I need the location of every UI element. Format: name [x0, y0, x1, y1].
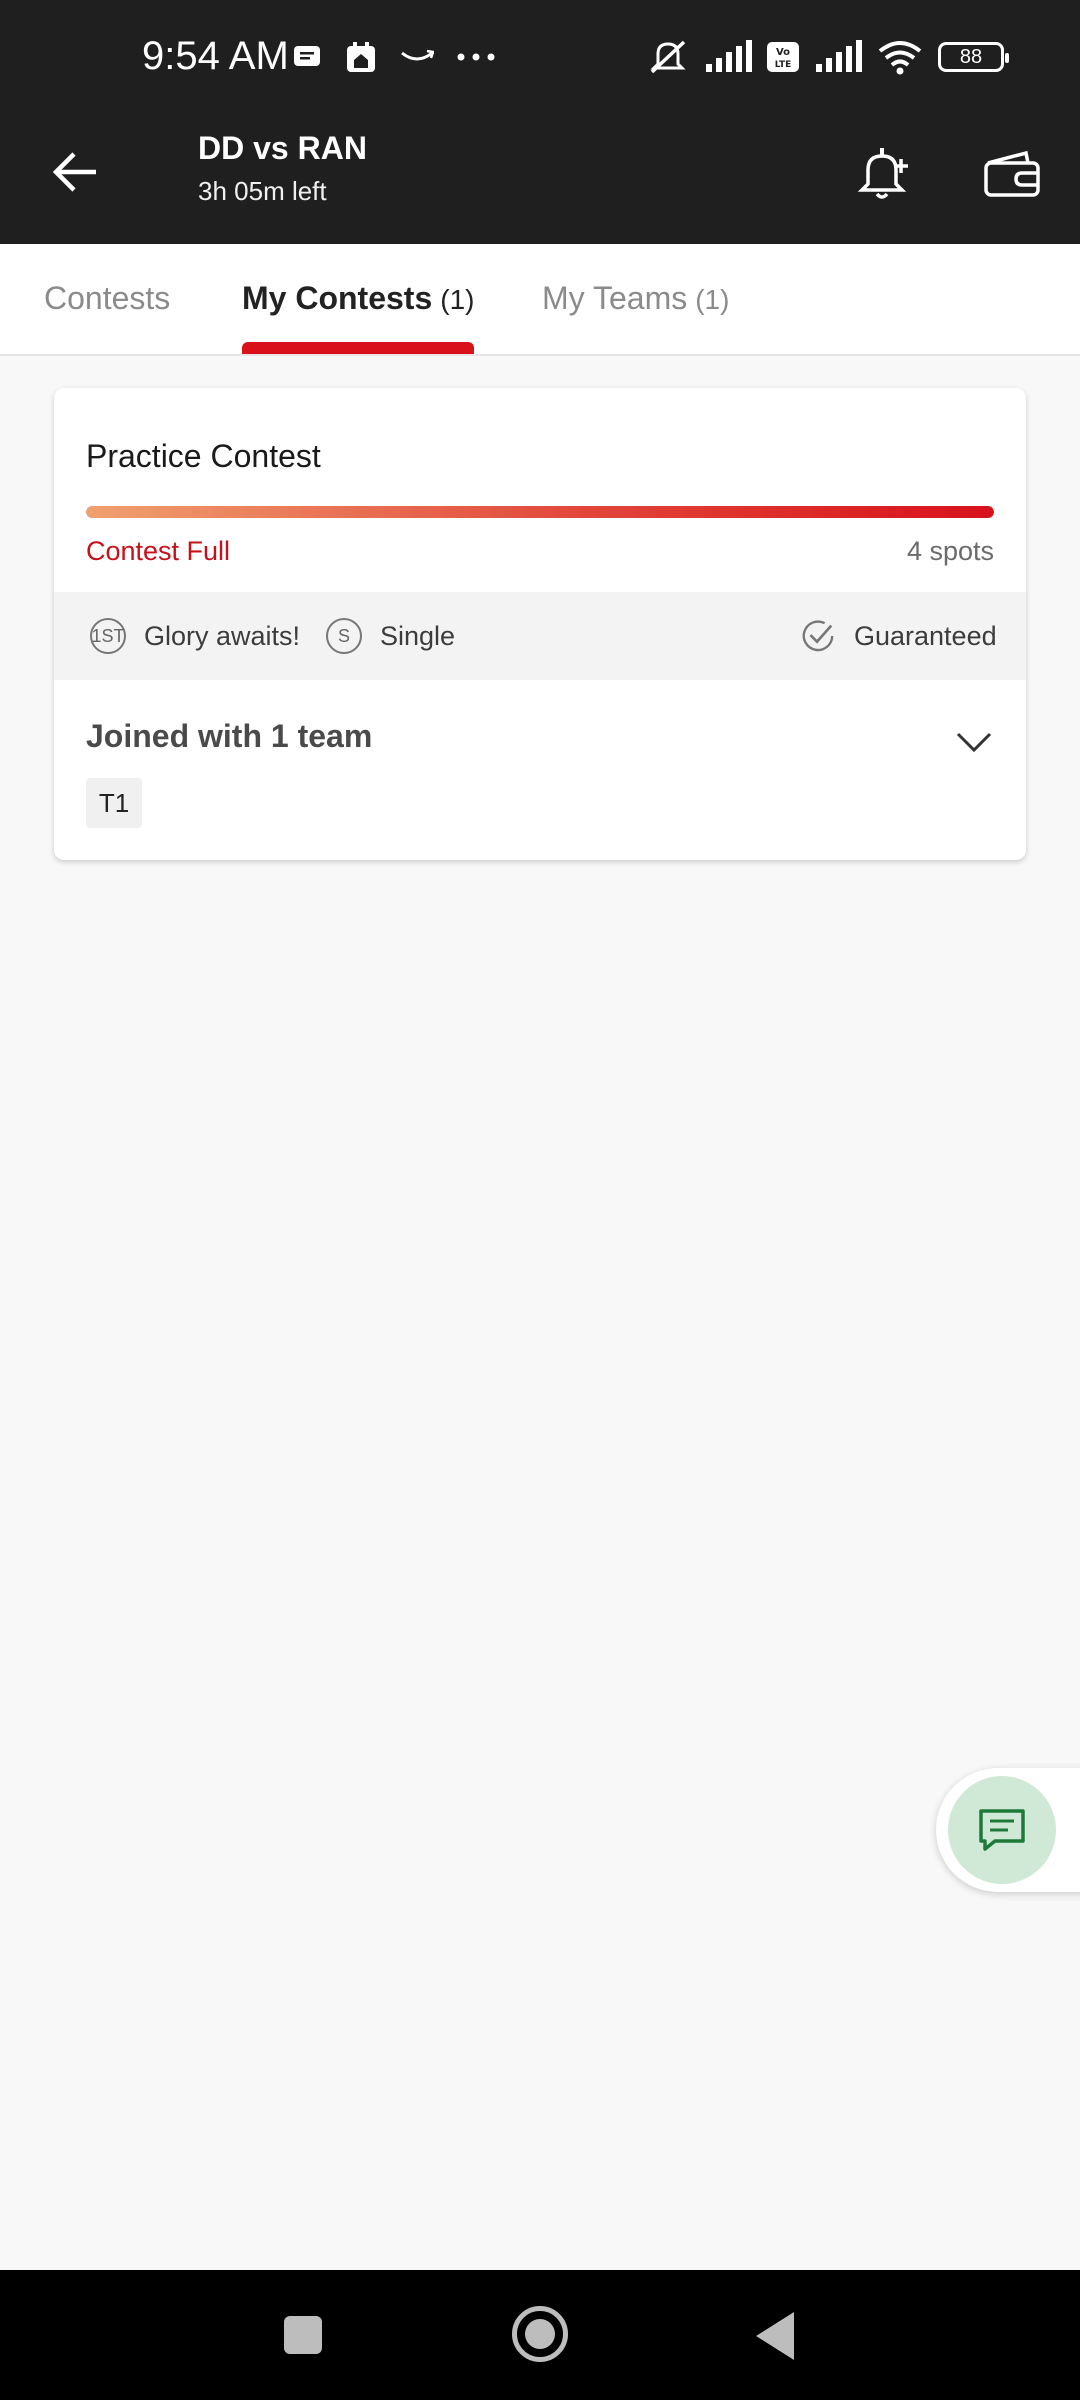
- system-back-button[interactable]: [756, 2312, 794, 2360]
- single-entry-tag: S Single: [326, 618, 455, 654]
- active-tab-indicator: [242, 342, 474, 354]
- svg-text:Vo: Vo: [776, 47, 790, 58]
- contest-fill-progress-bar: [86, 506, 994, 518]
- tab-my-contests-label: My Contests: [242, 280, 433, 316]
- tab-bar: Contests My Contests (1) My Teams (1): [0, 244, 1080, 356]
- battery-icon: 88: [938, 42, 1009, 72]
- guaranteed-label: Guaranteed: [854, 620, 997, 651]
- first-place-icon: 1ST: [90, 618, 126, 654]
- team-chip[interactable]: T1: [86, 778, 142, 828]
- contest-fill-progress: [86, 506, 994, 518]
- single-entry-icon: S: [326, 618, 362, 654]
- contest-info-strip: 1ST Glory awaits! S Single Guaranteed: [54, 592, 1026, 680]
- joined-teams-text: Joined with 1 team: [86, 718, 373, 754]
- expand-teams-button[interactable]: [952, 720, 996, 764]
- back-arrow-icon: [52, 152, 96, 192]
- glory-tag: 1ST Glory awaits!: [90, 618, 300, 654]
- wallet-icon: [984, 150, 1040, 197]
- chat-button[interactable]: [948, 1776, 1056, 1884]
- wallet-button[interactable]: [972, 134, 1052, 214]
- first-place-icon-text: 1ST: [91, 625, 125, 646]
- chat-fab-container: [936, 1768, 1080, 1892]
- svg-text:LTE: LTE: [775, 60, 792, 70]
- status-bar: 9:54 AM Vo LTE 88: [0, 0, 1080, 120]
- reminder-button[interactable]: [842, 134, 922, 214]
- signal-icon: [706, 40, 752, 72]
- amazon-icon: [401, 49, 434, 61]
- volte-icon: Vo LTE: [767, 42, 799, 72]
- tab-my-teams[interactable]: My Teams (1): [542, 280, 729, 317]
- guaranteed-check-icon: [800, 618, 836, 654]
- message-icon: [294, 46, 320, 66]
- contest-card[interactable]: Practice Contest Contest Full 4 spots 1S…: [54, 388, 1026, 860]
- tab-my-teams-label: My Teams: [542, 280, 688, 316]
- tab-my-contests-count: (1): [440, 284, 475, 315]
- signal-icon: [816, 40, 862, 72]
- guaranteed-tag: Guaranteed: [800, 618, 997, 654]
- system-nav-bar: [0, 2270, 1080, 2400]
- single-entry-icon-text: S: [337, 625, 350, 646]
- wifi-icon: [878, 41, 922, 75]
- contest-title: Practice Contest: [86, 438, 321, 474]
- recent-apps-button[interactable]: [284, 2316, 322, 2354]
- chat-icon: [979, 1809, 1025, 1851]
- time-left: 3h 05m left: [198, 176, 327, 206]
- tab-contests-label: Contests: [44, 280, 171, 316]
- single-label: Single: [380, 620, 456, 651]
- app-header: DD vs RAN 3h 05m left: [0, 120, 1080, 244]
- match-title: DD vs RAN: [198, 130, 367, 166]
- status-right-icons: Vo LTE 88: [646, 38, 1009, 76]
- status-left-icons: [292, 40, 496, 74]
- mute-icon: [650, 40, 686, 74]
- tab-contests[interactable]: Contests: [44, 280, 170, 317]
- contest-spots: 4 spots: [906, 536, 994, 566]
- contest-status: Contest Full: [86, 536, 231, 566]
- glory-label: Glory awaits!: [144, 620, 301, 651]
- home-icon: [525, 2319, 555, 2349]
- tab-my-contests[interactable]: My Contests (1): [242, 280, 474, 317]
- chevron-down-icon: [956, 732, 992, 753]
- tab-my-teams-count: (1): [695, 284, 730, 315]
- back-button[interactable]: [44, 140, 108, 204]
- battery-level: 88: [959, 45, 983, 68]
- home-button[interactable]: [512, 2306, 568, 2362]
- app-icon: [347, 42, 375, 72]
- more-dots-icon: [457, 53, 495, 61]
- status-time: 9:54 AM: [142, 34, 289, 78]
- bell-plus-icon: [857, 148, 908, 199]
